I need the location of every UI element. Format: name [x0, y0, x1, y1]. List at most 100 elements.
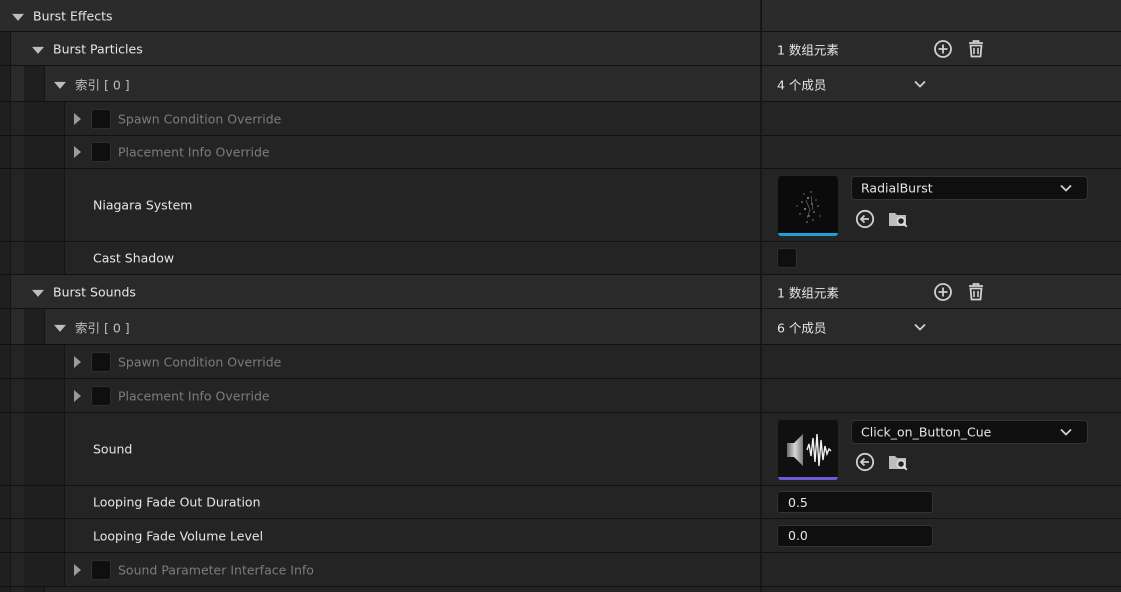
property-label: Looping Fade Volume Level [93, 528, 264, 543]
value-cell [761, 379, 1121, 412]
member-count: 4 个成员 [777, 77, 827, 92]
property-label: Placement Info Override [118, 144, 270, 160]
chevron-down-icon[interactable] [913, 322, 927, 332]
name-cell: 索引 [ 0 ] [0, 309, 760, 344]
fade-volume-level-input[interactable] [778, 525, 932, 546]
name-cell: Sound [0, 413, 760, 485]
chevron-down-icon [1060, 428, 1072, 436]
value-cell [761, 553, 1121, 586]
property-niagara-system: Niagara System RadialBurst [0, 169, 1121, 242]
property-spawn-condition-override: Spawn Condition Override [0, 102, 1121, 136]
sound-asset-combo[interactable]: Click_on_Button_Cue [851, 420, 1088, 444]
property-label: Spawn Condition Override [118, 111, 282, 126]
override-checkbox[interactable] [91, 559, 111, 580]
property-cast-shadow: Cast Shadow [0, 242, 1121, 275]
fade-out-duration-input[interactable] [778, 492, 932, 512]
value-cell: 1 数组元素 [761, 275, 1121, 308]
value-cell [761, 587, 1121, 592]
name-cell: Spawn Condition Override [0, 102, 760, 135]
value-cell: 1 数组元素 [761, 32, 1121, 65]
property-placement-info-override: Placement Info Override [0, 379, 1121, 413]
override-checkbox[interactable] [91, 385, 111, 406]
property-sound-parameter-interface-info: Sound Parameter Interface Info [0, 553, 1121, 587]
array-index-sounds[interactable]: 索引 [ 0 ] 6 个成员 [0, 309, 1121, 345]
collapse-arrow-icon[interactable] [12, 13, 24, 21]
value-cell [761, 136, 1121, 168]
name-cell: Spawn Condition Override [0, 345, 760, 378]
name-cell: Burst Effects [0, 0, 760, 31]
property-sound: Sound Click_on_Button_Cue [0, 413, 1121, 486]
expand-arrow-icon[interactable] [74, 563, 81, 576]
particle-thumbnail-icon [796, 191, 821, 223]
name-cell: Burst Sounds [0, 275, 760, 308]
property-burst-particles[interactable]: Burst Particles 1 数组元素 [0, 32, 1121, 66]
chevron-down-icon [1060, 184, 1072, 192]
value-cell [761, 519, 1121, 552]
category-label: Burst Effects [33, 8, 113, 23]
value-cell [761, 345, 1121, 378]
use-selected-asset-icon[interactable] [854, 208, 876, 230]
property-spawn-condition-override: Spawn Condition Override [0, 345, 1121, 379]
asset-name: RadialBurst [861, 180, 933, 196]
collapse-arrow-icon[interactable] [32, 289, 44, 297]
index-label: 索引 [ 0 ] [75, 77, 130, 92]
details-panel: Burst Effects Burst Particles 1 数组元素 索引 … [0, 0, 1121, 592]
expand-arrow-icon[interactable] [74, 355, 81, 368]
delete-icon[interactable] [965, 38, 987, 60]
property-burst-sounds[interactable]: Burst Sounds 1 数组元素 [0, 275, 1121, 309]
browse-asset-icon[interactable] [887, 208, 909, 230]
property-placement-info-override: Placement Info Override [0, 136, 1121, 169]
expand-arrow-icon[interactable] [74, 112, 81, 125]
value-cell: 6 个成员 [761, 309, 1121, 344]
property-label: Spawn Condition Override [118, 354, 282, 369]
value-cell [761, 0, 1121, 31]
sound-asset-thumbnail[interactable] [778, 420, 838, 480]
expand-arrow-icon[interactable] [74, 146, 81, 158]
value-cell [761, 102, 1121, 135]
override-checkbox[interactable] [91, 108, 111, 129]
collapse-arrow-icon[interactable] [32, 46, 44, 54]
collapse-arrow-icon[interactable] [54, 324, 66, 332]
speaker-waveform-icon [787, 433, 832, 467]
name-cell: Looping Fade Out Duration [0, 486, 760, 518]
add-element-icon[interactable] [932, 38, 954, 60]
collapse-arrow-icon[interactable] [54, 81, 66, 89]
value-cell: 4 个成员 [761, 66, 1121, 101]
property-label: Placement Info Override [118, 388, 270, 403]
asset-name: Click_on_Button_Cue [861, 424, 992, 440]
asset-type-bar [778, 233, 838, 236]
property-label: Sound Parameter Interface Info [118, 562, 314, 577]
fade-out-duration-field[interactable] [777, 491, 933, 513]
use-selected-asset-icon[interactable] [854, 451, 876, 473]
cast-shadow-checkbox[interactable] [777, 248, 797, 268]
property-label: Burst Sounds [53, 284, 136, 299]
member-count: 6 个成员 [777, 320, 827, 335]
category-burst-effects[interactable]: Burst Effects [0, 0, 1121, 32]
niagara-asset-thumbnail[interactable] [778, 176, 838, 236]
name-cell: Niagara System [0, 169, 760, 241]
add-element-icon[interactable] [932, 281, 954, 303]
name-cell [0, 587, 760, 592]
chevron-down-icon[interactable] [913, 79, 927, 89]
delete-icon[interactable] [965, 281, 987, 303]
value-cell: Click_on_Button_Cue [761, 413, 1121, 485]
property-label: Sound [93, 441, 133, 457]
property-label: Burst Particles [53, 41, 143, 56]
expand-arrow-icon[interactable] [74, 389, 81, 402]
fade-volume-level-field[interactable] [777, 524, 933, 547]
name-cell: 索引 [ 0 ] [0, 66, 760, 101]
next-row-partial [0, 587, 1121, 592]
niagara-asset-combo[interactable]: RadialBurst [851, 176, 1088, 200]
name-cell: Placement Info Override [0, 136, 760, 168]
name-cell: Burst Particles [0, 32, 760, 65]
index-label: 索引 [ 0 ] [75, 320, 130, 335]
value-cell [761, 242, 1121, 274]
browse-asset-icon[interactable] [887, 451, 909, 473]
array-count: 1 数组元素 [777, 42, 839, 57]
property-label: Looping Fade Out Duration [93, 494, 261, 510]
override-checkbox[interactable] [91, 351, 111, 372]
property-looping-fade-volume-level: Looping Fade Volume Level [0, 519, 1121, 553]
value-cell [761, 486, 1121, 518]
override-checkbox[interactable] [91, 142, 111, 162]
array-index-particles[interactable]: 索引 [ 0 ] 4 个成员 [0, 66, 1121, 102]
